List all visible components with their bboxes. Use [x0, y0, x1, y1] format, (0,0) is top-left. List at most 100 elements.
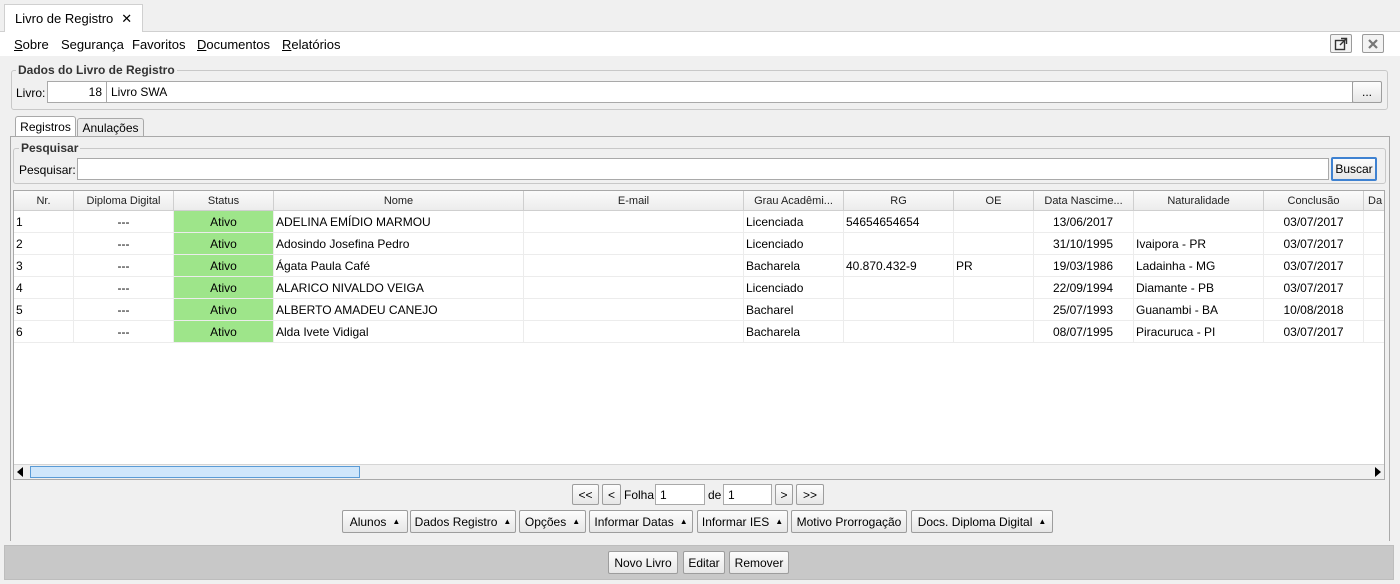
close-window-button[interactable] [1362, 34, 1384, 53]
remover-button[interactable]: Remover [729, 551, 789, 574]
cell-naturalidade: Diamante - PB [1134, 277, 1264, 299]
folha-label: Folha [624, 488, 655, 502]
menu-seguranca[interactable]: Segurança [61, 37, 124, 52]
close-tab-icon[interactable]: ✕ [121, 11, 132, 27]
cell-nome: Alda Ivete Vidigal [274, 321, 524, 343]
dados-registro-button[interactable]: Dados Registro ▲ [410, 510, 516, 533]
cell-nascimento: 22/09/1994 [1034, 277, 1134, 299]
cell-rg: 40.870.432-9 [844, 255, 954, 277]
cell-email [524, 255, 744, 277]
cell-conclusao: 03/07/2017 [1264, 277, 1364, 299]
cell-rg [844, 299, 954, 321]
first-page-button[interactable]: << [572, 484, 599, 505]
col-header-rg[interactable]: RG [844, 191, 954, 211]
next-page-button[interactable]: > [775, 484, 793, 505]
document-tab-label: Livro de Registro [15, 11, 114, 26]
menu-bar: Sobre Segurança Favoritos Documentos Rel… [0, 32, 1400, 56]
tab-anulacoes[interactable]: Anulações [77, 118, 144, 136]
cell-diploma: --- [74, 299, 174, 321]
scroll-right-arrow-icon[interactable] [1375, 467, 1381, 477]
col-header-nr[interactable]: Nr. [14, 191, 74, 211]
informar-ies-label: Informar IES [701, 514, 770, 529]
caret-up-icon: ▲ [775, 517, 784, 526]
cell-status: Ativo [174, 255, 274, 277]
horizontal-scrollbar[interactable] [14, 464, 1384, 479]
detach-window-button[interactable] [1330, 34, 1352, 53]
cell-conclusao: 10/08/2018 [1264, 299, 1364, 321]
cell-overflow [1364, 255, 1384, 277]
docs-diploma-digital-button[interactable]: Docs. Diploma Digital ▲ [911, 510, 1053, 533]
informar-datas-button[interactable]: Informar Datas ▲ [589, 510, 693, 533]
search-input[interactable] [77, 158, 1329, 180]
livro-number-field[interactable]: 18 [47, 81, 107, 103]
cell-diploma: --- [74, 277, 174, 299]
menu-relatorios[interactable]: Relatórios [282, 37, 341, 52]
cell-conclusao: 03/07/2017 [1264, 233, 1364, 255]
cell-oe [954, 277, 1034, 299]
cell-nr: 4 [14, 277, 74, 299]
scroll-thumb[interactable] [30, 466, 360, 478]
cell-status: Ativo [174, 299, 274, 321]
cell-nr: 2 [14, 233, 74, 255]
cell-diploma: --- [74, 211, 174, 233]
col-header-overflow[interactable]: Da [1364, 191, 1384, 211]
cell-overflow [1364, 299, 1384, 321]
cell-email [524, 299, 744, 321]
col-header-diploma[interactable]: Diploma Digital [74, 191, 174, 211]
col-header-oe[interactable]: OE [954, 191, 1034, 211]
cell-status: Ativo [174, 211, 274, 233]
menu-favoritos[interactable]: Favoritos [132, 37, 185, 52]
alunos-label: Alunos [349, 514, 387, 529]
menu-documentos[interactable]: Documentos [197, 37, 270, 52]
cell-nome: Adosindo Josefina Pedro [274, 233, 524, 255]
col-header-nome[interactable]: Nome [274, 191, 524, 211]
cell-oe: PR [954, 255, 1034, 277]
search-legend: Pesquisar [19, 141, 81, 155]
informar-ies-button[interactable]: Informar IES ▲ [697, 510, 788, 533]
cell-status: Ativo [174, 233, 274, 255]
opcoes-button[interactable]: Opções ▲ [519, 510, 586, 533]
cell-nr: 1 [14, 211, 74, 233]
page-input[interactable]: 1 [655, 484, 705, 505]
cell-overflow [1364, 277, 1384, 299]
registros-table[interactable]: Nr. Diploma Digital Status Nome E-mail G… [13, 190, 1385, 480]
editar-button[interactable]: Editar [683, 551, 725, 574]
cell-email [524, 211, 744, 233]
novo-livro-button[interactable]: Novo Livro [608, 551, 678, 574]
cell-nome: ALARICO NIVALDO VEIGA [274, 277, 524, 299]
cell-naturalidade: Piracuruca - PI [1134, 321, 1264, 343]
caret-up-icon: ▲ [392, 517, 401, 526]
prev-page-button[interactable]: < [602, 484, 621, 505]
cell-nascimento: 08/07/1995 [1034, 321, 1134, 343]
col-header-status[interactable]: Status [174, 191, 274, 211]
cell-naturalidade: Guanambi - BA [1134, 299, 1264, 321]
cell-conclusao: 03/07/2017 [1264, 321, 1364, 343]
cell-diploma: --- [74, 233, 174, 255]
caret-up-icon: ▲ [679, 517, 688, 526]
livro-group-legend: Dados do Livro de Registro [16, 63, 177, 77]
document-tab[interactable]: Livro de Registro ✕ [4, 4, 143, 32]
alunos-button[interactable]: Alunos ▲ [342, 510, 408, 533]
motivo-prorrogacao-button[interactable]: Motivo Prorrogação [791, 510, 907, 533]
livro-name-field[interactable]: Livro SWA [106, 81, 1353, 103]
col-header-grau[interactable]: Grau Acadêmi... [744, 191, 844, 211]
informar-datas-label: Informar Datas [594, 514, 674, 529]
external-window-icon [1334, 37, 1348, 50]
cell-grau: Bacharela [744, 321, 844, 343]
col-header-naturalidade[interactable]: Naturalidade [1134, 191, 1264, 211]
cell-oe [954, 233, 1034, 255]
browse-livro-button[interactable]: ... [1352, 81, 1382, 103]
col-header-email[interactable]: E-mail [524, 191, 744, 211]
docs-diploma-digital-label: Docs. Diploma Digital [917, 514, 1033, 529]
buscar-button[interactable]: Buscar [1331, 157, 1377, 181]
cell-naturalidade: Ivaipora - PR [1134, 233, 1264, 255]
cell-nascimento: 25/07/1993 [1034, 299, 1134, 321]
menu-sobre[interactable]: Sobre [14, 37, 49, 52]
scroll-left-arrow-icon[interactable] [17, 467, 23, 477]
opcoes-label: Opções [524, 514, 567, 529]
cell-diploma: --- [74, 255, 174, 277]
last-page-button[interactable]: >> [796, 484, 824, 505]
col-header-conclusao[interactable]: Conclusão [1264, 191, 1364, 211]
tab-registros[interactable]: Registros [15, 116, 76, 136]
col-header-nascimento[interactable]: Data Nascime... [1034, 191, 1134, 211]
